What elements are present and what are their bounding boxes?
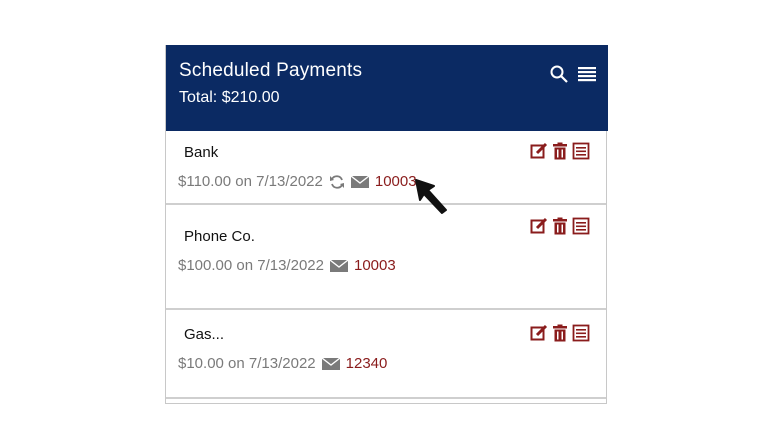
delete-icon[interactable]	[551, 217, 569, 235]
payment-amount-date: $10.00 on 7/13/2022	[178, 355, 316, 372]
details-icon[interactable]	[572, 324, 590, 342]
page-title: Scheduled Payments	[179, 60, 363, 81]
total-amount: Total: $210.00	[179, 89, 280, 106]
confirmation-code: 12340	[345, 355, 388, 372]
mail-icon	[321, 357, 340, 370]
scheduled-payments-panel: Scheduled Payments Total: $210.00 Bank $…	[165, 45, 608, 404]
payment-amount-date: $110.00 on 7/13/2022	[178, 173, 323, 190]
payee-name: Phone Co.	[184, 228, 255, 245]
payment-summary-line: $100.00 on 7/13/2022 10003	[178, 257, 396, 274]
payment-row[interactable]: Bank $110.00 on 7/13/2022 10003	[166, 131, 606, 205]
panel-header: Scheduled Payments Total: $210.00	[166, 45, 608, 131]
details-icon[interactable]	[572, 142, 590, 160]
delete-icon[interactable]	[551, 324, 569, 342]
payment-row[interactable]: Gas... $10.00 on 7/13/2022 12340	[166, 310, 606, 399]
edit-icon[interactable]	[530, 324, 548, 342]
edit-icon[interactable]	[530, 142, 548, 160]
confirmation-code: 10003	[353, 257, 396, 274]
mouse-cursor-icon	[415, 179, 447, 214]
delete-icon[interactable]	[551, 142, 569, 160]
recurring-icon	[329, 174, 344, 189]
payment-amount-date: $100.00 on 7/13/2022	[178, 257, 324, 274]
payment-summary-line: $110.00 on 7/13/2022 10003	[178, 173, 417, 190]
mail-icon	[329, 259, 348, 272]
mail-icon	[350, 175, 369, 188]
details-icon[interactable]	[572, 217, 590, 235]
payment-row[interactable]: Phone Co. $100.00 on 7/13/2022 10003	[166, 205, 606, 310]
row-actions	[530, 142, 590, 160]
payee-name: Bank	[184, 144, 219, 161]
search-icon[interactable]	[549, 64, 569, 84]
menu-icon[interactable]	[577, 64, 597, 84]
row-actions	[530, 324, 590, 342]
payment-summary-line: $10.00 on 7/13/2022 12340	[178, 355, 387, 372]
payee-name: Gas...	[184, 326, 225, 343]
edit-icon[interactable]	[530, 217, 548, 235]
confirmation-code: 10003	[374, 173, 417, 190]
row-actions	[530, 217, 590, 235]
